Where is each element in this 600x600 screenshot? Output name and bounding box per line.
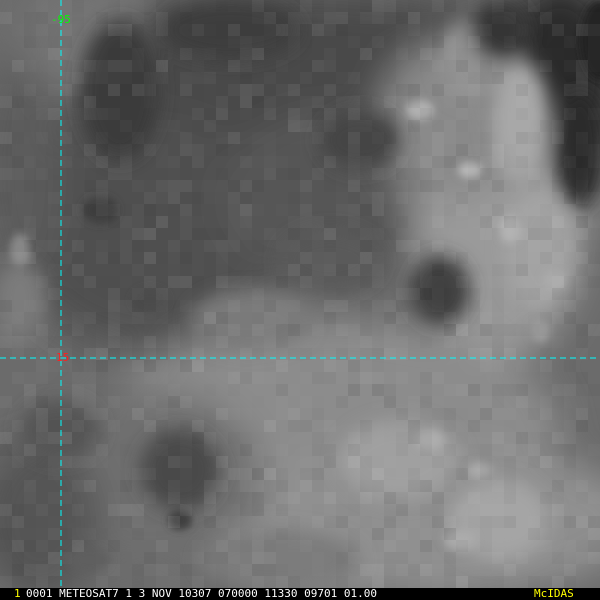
system-name: McIDAS <box>534 588 574 600</box>
status-text: 0001 METEOSAT7 1 3 NOV 10307 070000 1133… <box>26 588 377 600</box>
longitude-label: -95 <box>51 13 71 26</box>
satellite-image-viewport: -95 15 <box>0 0 600 588</box>
status-bar: 1 0001 METEOSAT7 1 3 NOV 10307 070000 11… <box>0 588 600 600</box>
frame-number: 1 <box>14 588 21 600</box>
lat-lon-grid <box>0 0 600 588</box>
latitude-label: 15 <box>56 351 70 364</box>
